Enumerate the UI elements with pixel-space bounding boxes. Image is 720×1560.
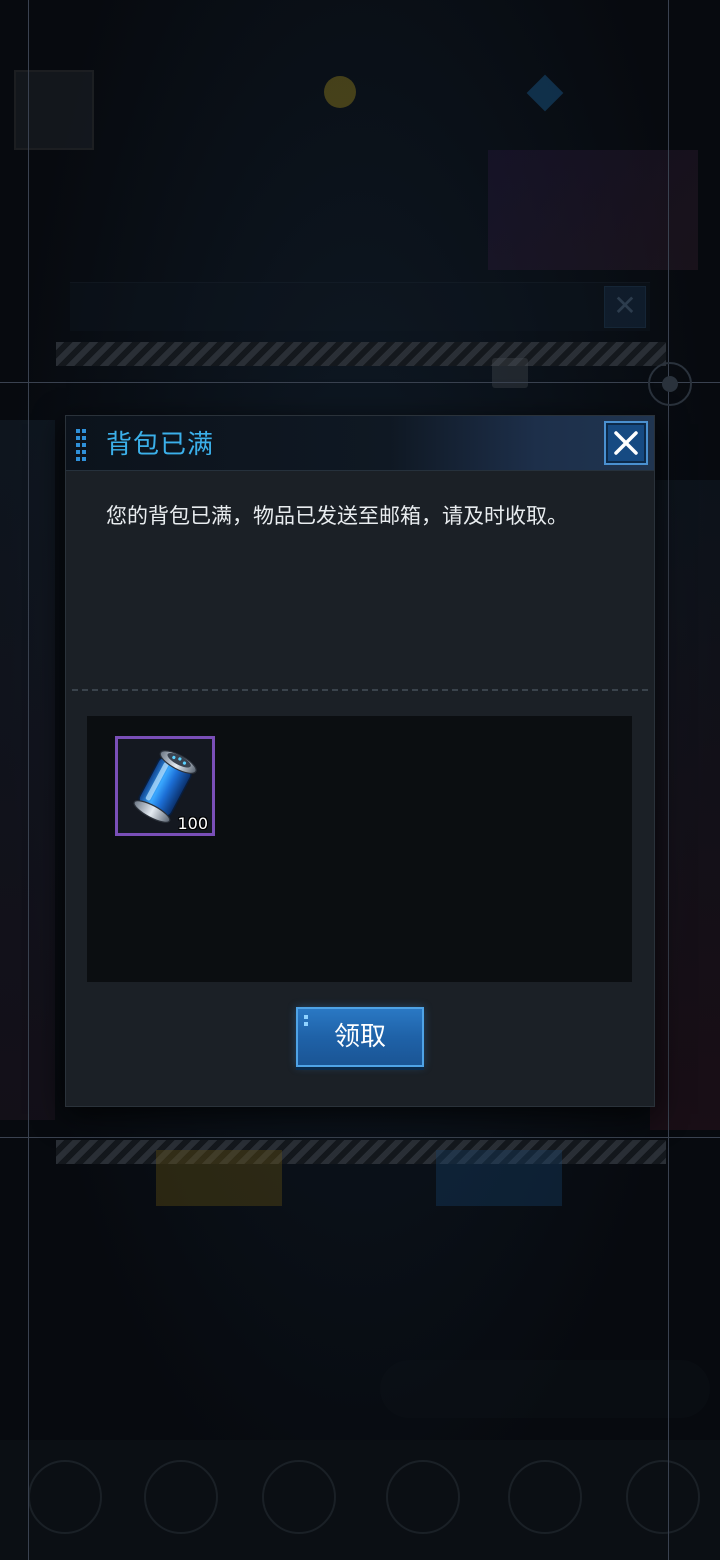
dialog-message: 您的背包已满，物品已发送至邮箱，请及时收取。 (106, 504, 568, 528)
nav-item (144, 1460, 218, 1534)
item-slot[interactable]: 100 (115, 736, 215, 836)
claim-button-label: 领取 (333, 1022, 386, 1052)
frame-line (668, 0, 669, 1560)
nav-item (28, 1460, 102, 1534)
dialog-header: 背包已满 (66, 416, 654, 471)
claim-button[interactable]: 领取 (296, 1007, 424, 1067)
frame-line (28, 0, 29, 1560)
player-avatar (14, 70, 94, 150)
frame-line (0, 1137, 720, 1138)
mailbox-icon (492, 358, 528, 388)
close-button[interactable] (604, 421, 648, 465)
close-icon (614, 431, 638, 455)
bg-quick-bar (380, 1360, 710, 1418)
game-screen: ✕ 背包已满 您的背包已满，物品已发送至邮箱，请及时收取。 100 领取 (0, 0, 720, 1560)
bg-yellow-button (156, 1150, 282, 1206)
event-banner (488, 150, 698, 270)
background-character-right (650, 480, 720, 1130)
mail-hatch-bottom (56, 1140, 666, 1164)
nav-item (508, 1460, 582, 1534)
dialog-title: 背包已满 (106, 430, 215, 460)
bottom-nav-bar (0, 1440, 720, 1560)
reticle-icon (648, 362, 692, 406)
mail-window-header (70, 282, 650, 331)
nav-item (262, 1460, 336, 1534)
mail-close-icon: ✕ (604, 286, 646, 328)
frame-line (0, 382, 720, 383)
bag-full-dialog: 背包已满 您的背包已满，物品已发送至邮箱，请及时收取。 100 领取 (66, 416, 654, 1106)
nav-item (626, 1460, 700, 1534)
coin-icon (324, 76, 356, 108)
dashed-divider (72, 689, 648, 691)
mail-hatch-top (56, 342, 666, 366)
bg-blue-button (436, 1150, 562, 1206)
item-quantity: 100 (177, 814, 208, 833)
reward-items-panel: 100 (87, 716, 632, 982)
gem-icon (526, 74, 564, 112)
grip-icon (76, 429, 90, 461)
nav-item (386, 1460, 460, 1534)
